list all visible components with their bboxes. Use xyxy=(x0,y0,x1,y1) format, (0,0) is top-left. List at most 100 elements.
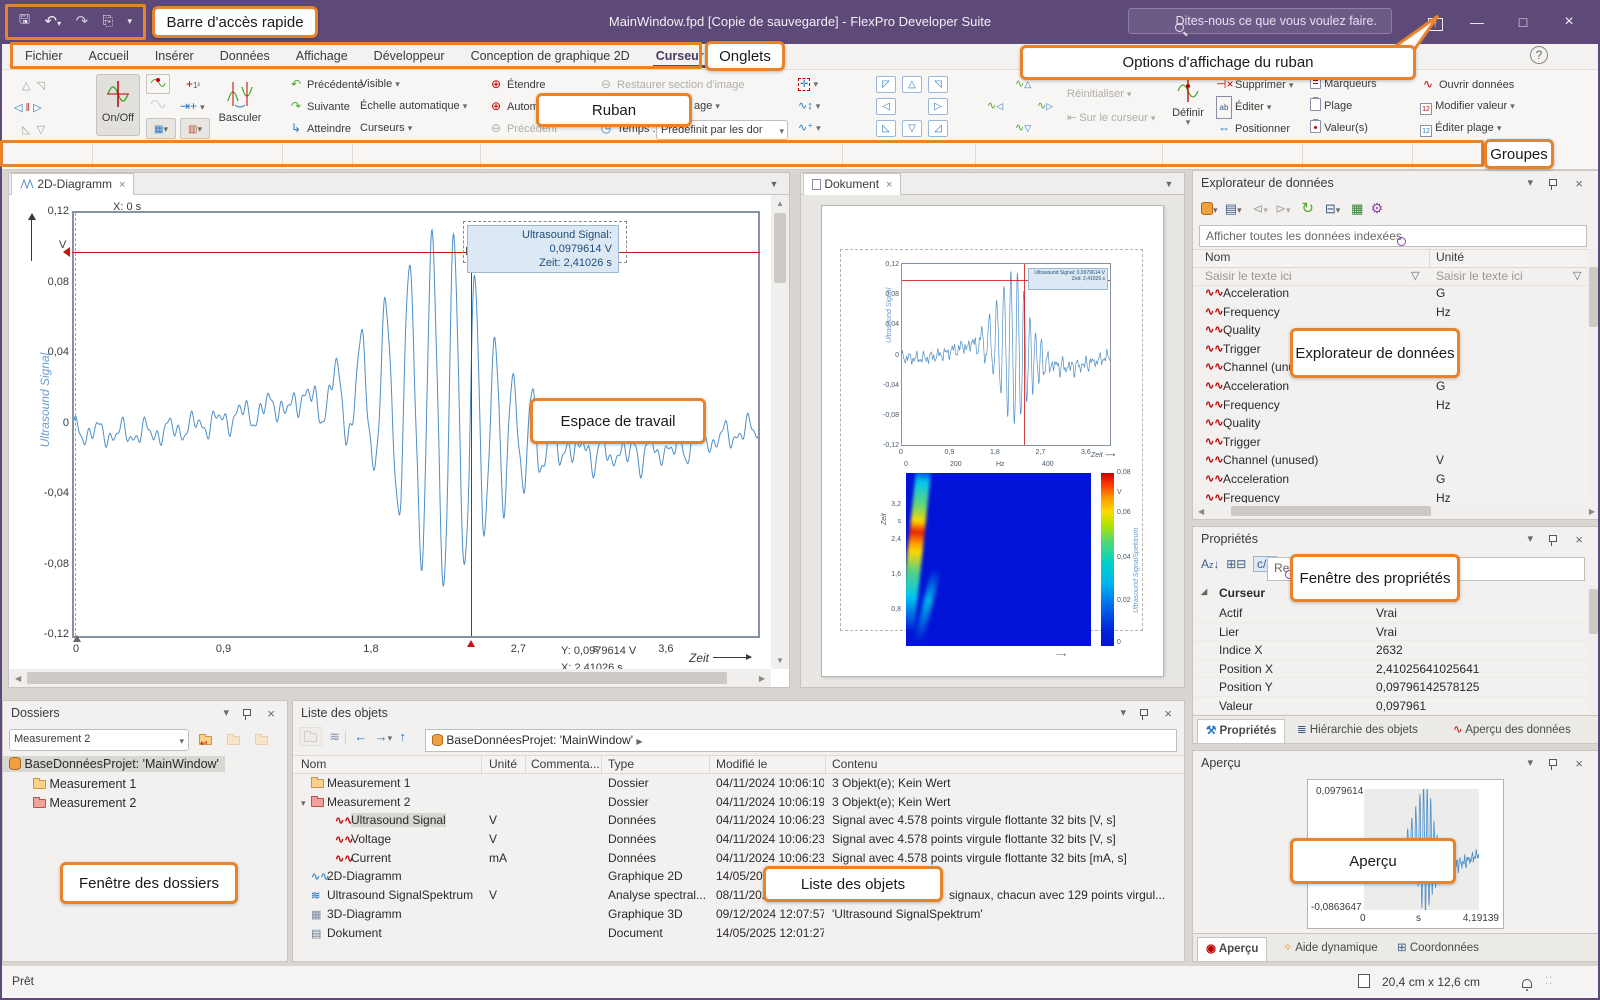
tab-dokument[interactable]: Dokument× xyxy=(803,173,901,195)
filter-funnel-icon[interactable]: ▽ xyxy=(1411,269,1419,282)
edit-range-button[interactable]: 12 Éditer plage ▾ xyxy=(1420,118,1501,139)
on-cursor-button[interactable]: ⇤ Sur le curseur ▾ xyxy=(1067,108,1155,129)
modify-value-button[interactable]: 12 Modifier valeur ▾ xyxy=(1420,96,1515,117)
calculator-icon[interactable]: ▦ xyxy=(1351,201,1363,216)
property-row[interactable]: LierVrai xyxy=(1193,623,1587,642)
folder-new-icon[interactable] xyxy=(255,731,268,749)
wave-vertical-icon-dropdown[interactable]: ∿↕ ▾ xyxy=(798,96,820,117)
cursor-grid-button[interactable]: ▦▾ xyxy=(146,118,176,139)
nav-down-right-icon[interactable]: ▽ xyxy=(37,124,45,136)
folder-tree-item[interactable]: Measurement 1 xyxy=(3,777,287,797)
panel-menu-icon[interactable]: ▾ xyxy=(223,706,229,719)
nav-up-right-icon[interactable]: ◹ xyxy=(37,80,45,92)
cursor-dimension-button[interactable]: +1² xyxy=(180,74,206,95)
refresh-icon[interactable]: ↻ xyxy=(1301,200,1314,217)
object-row[interactable]: Ultrasound Signal V Données 04/11/2024 1… xyxy=(293,812,1184,831)
object-row[interactable]: Current mA Données 04/11/2024 10:06:23 S… xyxy=(293,850,1184,869)
ribbon-tab[interactable]: Données xyxy=(207,44,283,69)
explorer-filter-row[interactable]: Saisir le texte ici ▽ Saisir le texte ic… xyxy=(1193,268,1587,286)
resize-grip[interactable]: ⁚⁚ xyxy=(1545,976,1553,987)
next-event-button[interactable]: ↷Suivante xyxy=(288,96,350,117)
panel-close-icon[interactable]: × xyxy=(1164,706,1172,721)
settings-gear-icon[interactable]: ⚙ xyxy=(1371,200,1384,216)
properties-grid[interactable]: ActifVraiLierVraiIndice X2632Position X2… xyxy=(1193,604,1587,715)
notification-bell-icon[interactable] xyxy=(1522,979,1532,988)
expand-all-icon[interactable]: ≋ xyxy=(329,729,340,744)
pan-left-button[interactable]: ◁ xyxy=(876,98,896,115)
explorer-data-row[interactable]: ∿∿FrequencyHz xyxy=(1193,305,1587,324)
property-row[interactable]: Position X2,41025641025641 xyxy=(1193,660,1587,679)
forward-icon[interactable]: → xyxy=(375,729,388,744)
visible-dropdown[interactable]: Visible ▾ xyxy=(360,74,400,95)
explorer-data-row[interactable]: ∿∿FrequencyHz xyxy=(1193,491,1587,503)
tell-me-search-input[interactable]: Dites-nous ce que vous voulez faire. xyxy=(1128,8,1392,34)
property-row[interactable]: ActifVrai xyxy=(1193,604,1587,623)
restore-image-section-button[interactable]: ⊖Restaurer section d'image xyxy=(598,74,744,95)
copy-range-button[interactable]: Plage xyxy=(1310,96,1352,117)
object-row[interactable]: Measurement 1 Dossier 04/11/2024 10:06:1… xyxy=(293,775,1184,794)
move-section-icon-dropdown[interactable]: ✛ ▾ xyxy=(798,74,818,95)
panel-menu-icon[interactable]: ▾ xyxy=(1527,532,1533,545)
pan-right-button[interactable]: ▷ xyxy=(928,98,948,115)
tab-coordonnees[interactable]: ⊞ Coordonnées xyxy=(1389,937,1487,961)
back-icon[interactable]: ⊲ xyxy=(1252,201,1263,216)
close-button[interactable]: × xyxy=(1554,8,1584,36)
sort-az-icon[interactable]: Az↓ xyxy=(1201,557,1220,571)
explorer-column-headers[interactable]: Nom Unité xyxy=(1193,249,1587,268)
autoscale-dropdown[interactable]: Échelle automatique ▾ xyxy=(360,96,467,117)
window-list-dropdown[interactable]: ▼ xyxy=(765,176,783,193)
property-row[interactable]: Indice X2632 xyxy=(1193,641,1587,660)
explorer-data-row[interactable]: ∿∿Quality xyxy=(1193,416,1587,435)
save-icon[interactable]: 🖫 xyxy=(19,10,30,32)
position-marker-button[interactable]: ⇔Positionner xyxy=(1216,118,1290,139)
open-data-button[interactable]: ∿Ouvrir données xyxy=(1420,74,1514,95)
object-columns[interactable]: Nom Unité Commenta... Type Modifié le Co… xyxy=(293,755,1184,774)
cursor-horizontal-line[interactable] xyxy=(72,252,760,253)
define-marker-button[interactable]: Définir▾ xyxy=(1166,74,1210,136)
property-row[interactable]: Valeur0,097961 xyxy=(1193,697,1587,716)
panel-menu-icon[interactable]: ▾ xyxy=(1120,706,1126,719)
explorer-data-row[interactable]: ∿∿AccelerationG xyxy=(1193,472,1587,491)
object-row[interactable]: ▾Measurement 2 Dossier 04/11/2024 10:06:… xyxy=(293,794,1184,813)
pin-icon[interactable] xyxy=(241,709,251,721)
cursor-add-button[interactable]: ⇥+ ▾ xyxy=(180,96,205,117)
folder-forward-icon[interactable] xyxy=(227,731,240,749)
folder-tree-item[interactable]: Measurement 2 xyxy=(3,796,287,816)
window-list-dropdown[interactable]: ▼ xyxy=(1160,176,1178,193)
expander-icon[interactable]: ◢ xyxy=(1201,587,1207,596)
help-icon[interactable]: ? xyxy=(1530,46,1548,64)
reset-translation-button[interactable]: Réinitialiser ▾ xyxy=(1067,84,1131,105)
database-icon[interactable] xyxy=(1201,202,1213,215)
nav-up-left-icon[interactable]: △ xyxy=(22,80,30,92)
pan-up-left-button[interactable]: ◸ xyxy=(876,76,896,93)
tab-close-icon[interactable]: × xyxy=(886,179,892,191)
forward-icon[interactable]: ⊳ xyxy=(1275,201,1286,216)
translate-down-icon[interactable]: ∿▽ xyxy=(1015,118,1031,139)
pin-icon[interactable] xyxy=(1547,759,1557,771)
object-row[interactable]: Dokument Document 14/05/2025 12:01:27 xyxy=(293,925,1184,944)
tab-apercu[interactable]: ◉ Aperçu xyxy=(1197,937,1267,961)
nav-down-left-icon[interactable]: ◺ xyxy=(22,124,30,136)
wave-points-icon-dropdown[interactable]: ∿⁺ ▾ xyxy=(798,118,821,139)
open-folder-icon[interactable] xyxy=(299,727,322,746)
explorer-data-row[interactable]: ∿∿Channel (unused)V xyxy=(1193,453,1587,472)
pin-icon[interactable] xyxy=(1547,179,1557,191)
translate-right-icon[interactable]: ∿▷ xyxy=(1037,96,1053,117)
object-row[interactable]: 2D-Diagramm Graphique 2D 14/05/2025 xyxy=(293,868,1184,887)
up-icon[interactable]: ↑ xyxy=(399,729,406,744)
explorer-filter-input[interactable]: Afficher toutes les données indexées xyxy=(1199,225,1587,247)
panel-menu-icon[interactable]: ▾ xyxy=(1527,176,1533,189)
ribbon-tab[interactable]: Accueil xyxy=(76,44,142,69)
cursor-toggle-button[interactable]: Basculer xyxy=(214,74,266,136)
explorer-hscrollbar[interactable]: ◀▶ xyxy=(1193,503,1600,519)
qat-customize-icon[interactable]: ▾ xyxy=(127,16,132,27)
zoom-extend-button[interactable]: ⊕Étendre xyxy=(488,74,546,95)
list-view-icon[interactable]: ⊟ xyxy=(1325,201,1336,216)
nav-left-icon[interactable]: ◁ xyxy=(14,102,22,114)
ribbon-tab[interactable]: Développeur xyxy=(361,44,458,69)
translate-left-icon[interactable]: ∿◁ xyxy=(987,96,1003,117)
filter-funnel-icon[interactable]: ▽ xyxy=(1573,269,1581,282)
panel-close-icon[interactable]: × xyxy=(267,706,275,721)
object-row[interactable]: Voltage V Données 04/11/2024 10:06:23 Si… xyxy=(293,831,1184,850)
panel-menu-icon[interactable]: ▾ xyxy=(1527,756,1533,769)
